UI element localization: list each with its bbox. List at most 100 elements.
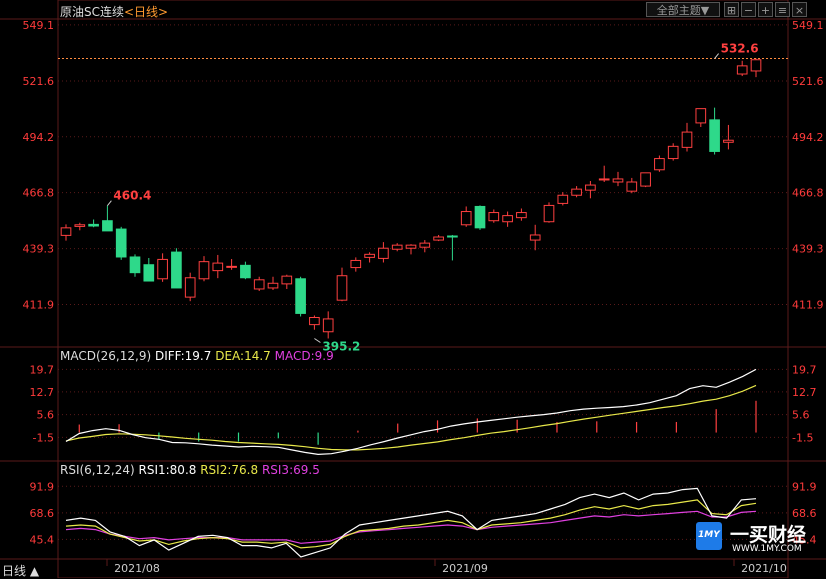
rsi2-line (65, 499, 757, 549)
dea-line (65, 384, 757, 451)
candle-body (736, 65, 748, 75)
chart-header: 原油SC连续<日线> (60, 3, 168, 20)
period-label[interactable]: <日线> (124, 5, 168, 19)
candle-body (598, 178, 610, 181)
macd-value: MACD:9.9 (274, 349, 334, 363)
rsi2-value: RSI2:76.8 (200, 463, 259, 477)
rsi-left-tick: 91.9 (30, 480, 55, 493)
candle-body (709, 119, 720, 152)
macd-right-tick: -1.5 (792, 431, 813, 444)
price-right-tick: 549.1 (792, 19, 824, 32)
candle-body (474, 205, 486, 229)
rsi-left-tick: 45.4 (30, 533, 55, 546)
candle-body (543, 204, 555, 223)
macd-diff: DIFF:19.7 (154, 349, 212, 363)
candle-body (571, 188, 582, 196)
candle-body (336, 275, 348, 301)
candle-body (447, 235, 458, 238)
price-left-tick: 439.3 (23, 243, 55, 256)
close-icon[interactable]: × (792, 2, 807, 17)
candle-body (516, 212, 527, 219)
watermark-name: 一买财经 (730, 524, 807, 546)
macd-dea: DEA:14.7 (215, 349, 271, 363)
plus-icon[interactable]: + (758, 2, 773, 17)
candle-body (654, 158, 665, 171)
rsi-right-tick: 68.6 (792, 507, 817, 520)
candle-body (391, 244, 403, 250)
price-right-tick: 439.3 (792, 243, 824, 256)
candle-body (723, 139, 734, 143)
candle-body (419, 242, 431, 248)
candle-body (171, 251, 182, 289)
candle-body (226, 265, 237, 268)
macd-left-tick: 19.7 (30, 363, 55, 376)
candle-body (364, 253, 375, 258)
price-left-tick: 549.1 (23, 19, 55, 32)
candle-body (695, 108, 707, 124)
rsi-legend: RSI(6,12,24) RSI1:80.8 RSI2:76.8 RSI3:69… (60, 463, 320, 477)
period-toggle[interactable]: 日线 ▲ (2, 562, 39, 579)
macd-left-tick: 12.7 (30, 386, 55, 399)
candle-body (184, 277, 196, 298)
price-left-tick: 466.8 (23, 187, 55, 200)
x-axis-label: 2021/10 (741, 562, 787, 575)
candle-body (88, 223, 99, 227)
candle-body (212, 262, 224, 272)
stock-chart[interactable]: 549.1 549.1 521.6 521.6 494.2 494.2 466.8 466.8… (0, 0, 826, 578)
candle-body (626, 181, 638, 192)
diff-line (65, 368, 757, 456)
high-annotation: 460.4 (113, 189, 151, 203)
macd-legend: MACD(26,12,9) DIFF:19.7 DEA:14.7 MACD:9.… (60, 349, 334, 363)
theme-dropdown[interactable]: 全部主题▼ (646, 2, 720, 17)
watermark: 1MY 一买财经 WWW.1MY.COM (696, 520, 824, 556)
high-marker (714, 53, 719, 59)
candle-body (585, 184, 596, 191)
candle-body (60, 227, 72, 236)
symbol-label: 原油SC连续 (60, 5, 124, 19)
plot-frame (57, 0, 789, 578)
candle-body (529, 234, 541, 241)
candle-body (143, 264, 155, 282)
candle-body (460, 211, 472, 226)
candle-body (74, 224, 86, 227)
price-right-tick: 411.9 (792, 298, 824, 311)
grid-icon[interactable]: ⊞ (724, 2, 739, 17)
candle-body (267, 282, 279, 289)
rsi3-line (65, 510, 757, 544)
candle-body (681, 131, 693, 148)
candle-body (253, 279, 265, 290)
watermark-url: WWW.1MY.COM (732, 544, 802, 554)
macd-right-tick: 19.7 (792, 363, 817, 376)
price-right-tick: 521.6 (792, 75, 824, 88)
menu-icon[interactable]: ≡ (775, 2, 790, 17)
candle-body (115, 228, 127, 258)
candle-body (240, 264, 251, 279)
high-marker (107, 200, 112, 206)
candle-body (557, 194, 569, 204)
candle-body (102, 220, 113, 232)
price-left-tick: 411.9 (23, 298, 55, 311)
candle-body (281, 275, 293, 285)
price-right-tick: 466.8 (792, 187, 824, 200)
low-marker (314, 338, 321, 343)
candle-body (433, 236, 444, 241)
macd-left-tick: 5.6 (37, 409, 55, 422)
minus-icon[interactable]: − (741, 2, 756, 17)
rsi3-value: RSI3:69.5 (261, 463, 320, 477)
rsi-left-tick: 68.6 (30, 507, 55, 520)
candle-body (157, 258, 168, 280)
candle-body (322, 318, 334, 333)
candle-body (502, 215, 513, 223)
macd-left-tick: -1.5 (33, 431, 54, 444)
candle-body (640, 172, 651, 187)
x-axis-label: 2021/09 (442, 562, 488, 575)
logo-text: 1MY (698, 530, 720, 540)
candle-body (309, 316, 320, 326)
rsi-right-tick: 91.9 (792, 480, 817, 493)
macd-right-tick: 12.7 (792, 386, 817, 399)
candle-body (405, 244, 417, 249)
price-left-tick: 494.2 (23, 131, 55, 144)
rsi1-value: RSI1:80.8 (138, 463, 197, 477)
rsi1-line (65, 487, 757, 558)
x-axis-label: 2021/08 (114, 562, 160, 575)
